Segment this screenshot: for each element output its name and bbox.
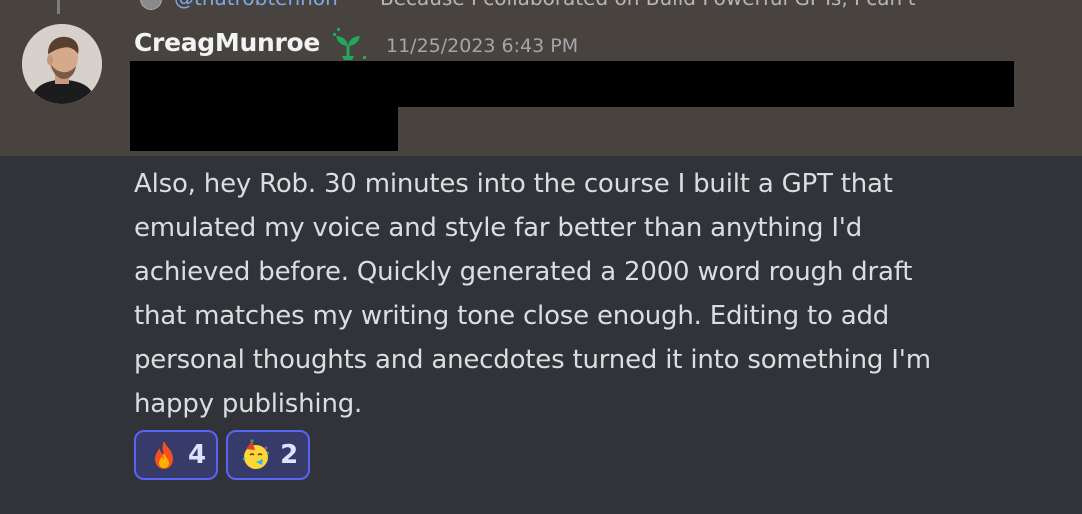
partying-face-emoji-icon <box>242 439 270 469</box>
reaction-count: 4 <box>188 440 207 470</box>
redaction-block <box>130 61 398 151</box>
reaction-fire[interactable]: 4 <box>134 430 219 480</box>
avatar[interactable] <box>22 24 102 104</box>
reply-reference[interactable]: @thatrobtennon Because I collaborated on… <box>0 0 1082 14</box>
message-line: that matches my writing tone close enoug… <box>134 301 890 331</box>
reactions-bar: 4 2 <box>134 430 311 480</box>
author-username[interactable]: CreagMunroe <box>134 28 320 57</box>
message-line: achieved before. Quickly generated a 200… <box>134 257 913 287</box>
reaction-count: 2 <box>280 440 299 470</box>
redaction-block <box>360 61 1014 107</box>
sprout-icon <box>333 28 366 60</box>
message-line: personal thoughts and anecdotes turned i… <box>134 345 931 375</box>
reply-avatar[interactable] <box>140 0 162 10</box>
reply-preview-text[interactable]: Because I collaborated on Build Powerful… <box>380 0 916 10</box>
message-line: Also, hey Rob. 30 minutes into the cours… <box>134 169 893 199</box>
role-icon[interactable] <box>330 26 370 62</box>
message-timestamp[interactable]: 11/25/2023 6:43 PM <box>386 35 578 57</box>
avatar-photo <box>22 24 102 104</box>
reply-mention[interactable]: @thatrobtennon <box>174 0 338 10</box>
reply-spine <box>57 0 60 14</box>
reaction-partying-face[interactable]: 2 <box>226 430 311 480</box>
message-content: Also, hey Rob. 30 minutes into the cours… <box>134 162 1034 426</box>
fire-emoji-icon <box>155 441 173 469</box>
message-line: emulated my voice and style far better t… <box>134 213 863 243</box>
discord-message-view: @thatrobtennon Because I collaborated on… <box>0 0 1082 514</box>
message-line: happy publishing. <box>134 389 363 419</box>
